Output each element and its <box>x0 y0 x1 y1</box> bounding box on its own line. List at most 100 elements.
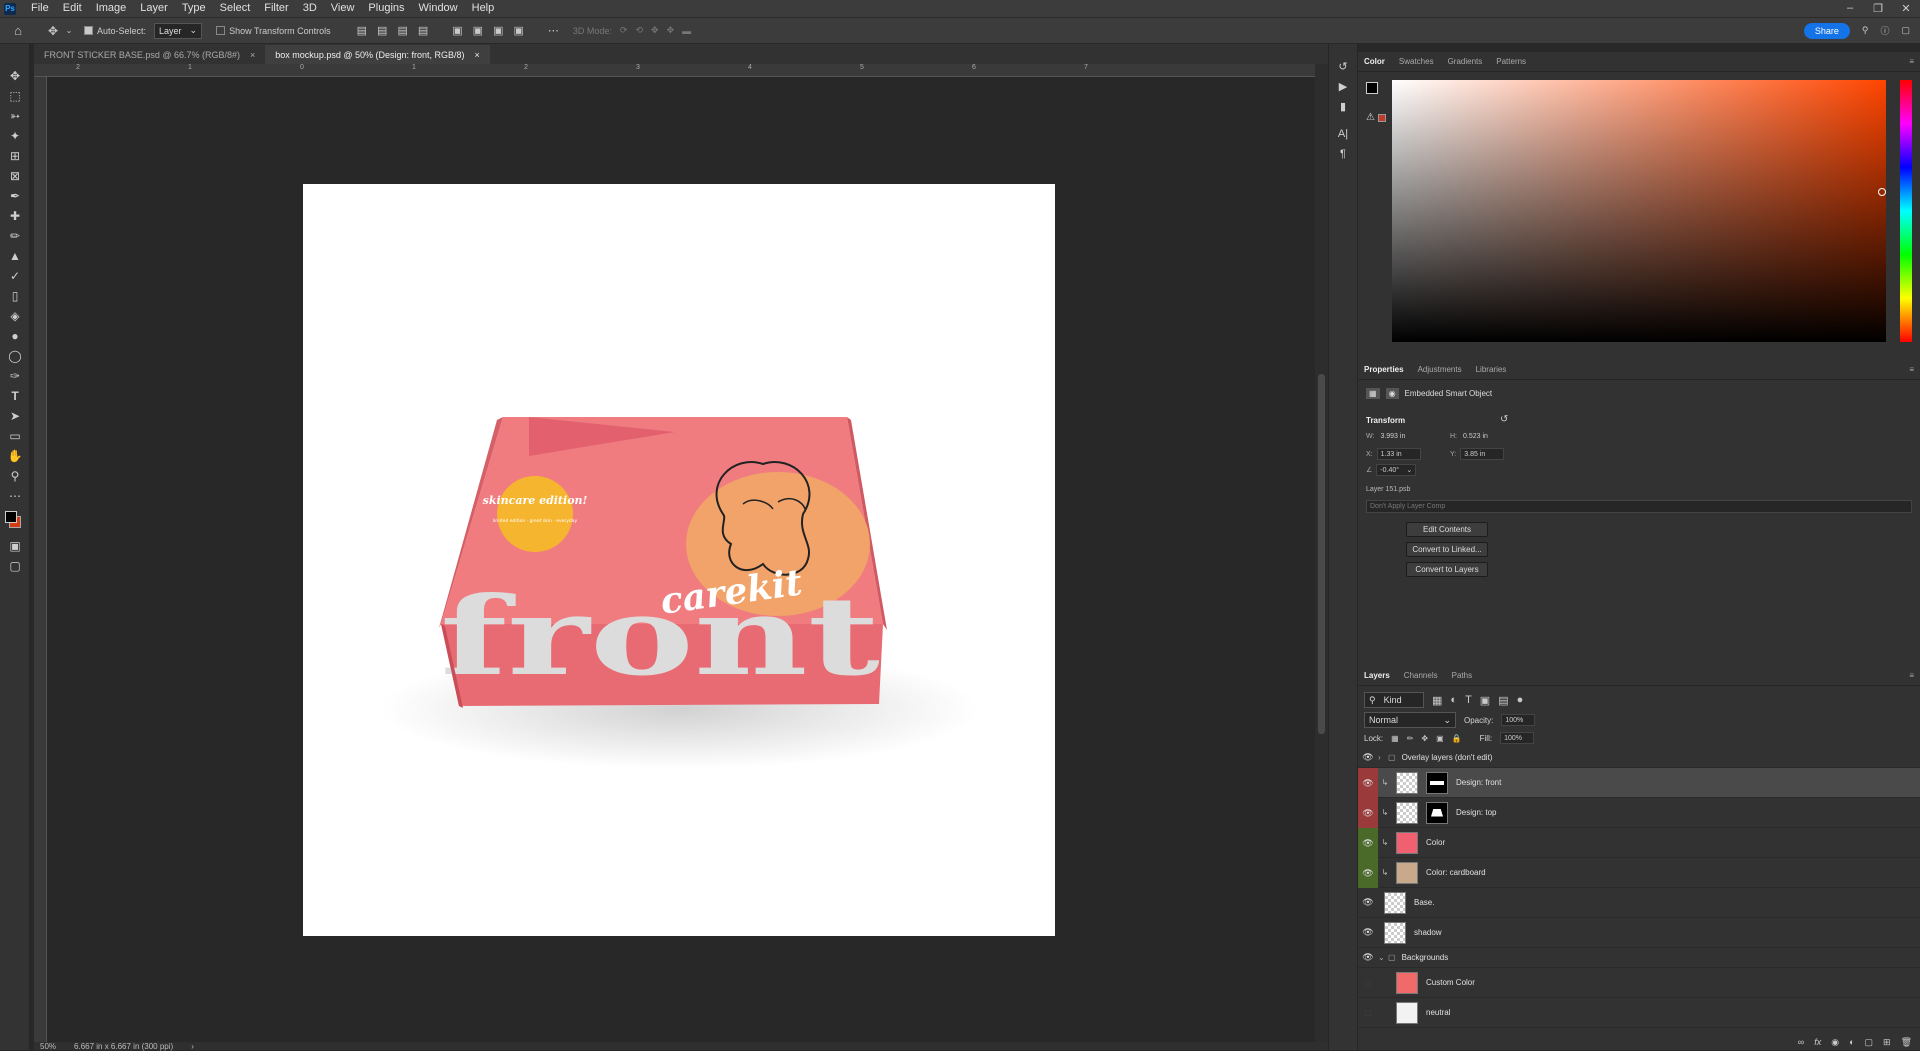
tab-paths[interactable]: Paths <box>1452 671 1472 680</box>
align-left-icon[interactable]: ▤ <box>357 24 367 37</box>
layer-mask-thumbnail[interactable] <box>1426 771 1448 794</box>
tab-properties[interactable]: Properties <box>1364 365 1404 374</box>
filter-toggle-icon[interactable]: ● <box>1517 694 1524 706</box>
minimize-icon[interactable]: – <box>1836 2 1864 15</box>
fill-field[interactable]: 100% <box>1500 732 1535 744</box>
more-options-icon[interactable]: ⋯ <box>548 24 559 37</box>
quick-mask-icon[interactable]: ▣ <box>0 536 30 556</box>
eye-hidden-icon[interactable]: □ <box>1358 978 1378 988</box>
lock-paint-icon[interactable]: ✏ <box>1407 734 1414 743</box>
menu-plugins[interactable]: Plugins <box>361 0 411 17</box>
paragraph-icon[interactable]: ¶ <box>1329 144 1357 164</box>
move-tool-icon[interactable]: ✥ <box>0 66 30 86</box>
move-tool-icon[interactable]: ✥ <box>42 24 64 38</box>
healing-brush-tool-icon[interactable]: ✚ <box>0 206 30 226</box>
restore-icon[interactable]: ❐ <box>1864 2 1892 15</box>
filter-kind-dropdown[interactable]: ⚲ Kind <box>1364 692 1424 708</box>
clone-stamp-tool-icon[interactable]: ▲ <box>0 246 30 266</box>
delete-layer-icon[interactable]: 🗑 <box>1901 1037 1912 1048</box>
eyedropper-tool-icon[interactable]: ✒ <box>0 186 30 206</box>
reset-transform-icon[interactable]: ↺ <box>1500 414 1508 425</box>
zoom-level[interactable]: 50% <box>40 1042 56 1051</box>
menu-3d[interactable]: 3D <box>296 0 324 17</box>
align-right-icon[interactable]: ▤ <box>397 24 407 37</box>
chevron-right-icon[interactable]: › <box>1378 753 1388 762</box>
history-brush-tool-icon[interactable]: ✓ <box>0 266 30 286</box>
align-middle-icon[interactable]: ▣ <box>473 24 483 37</box>
tab-swatches[interactable]: Swatches <box>1399 57 1434 66</box>
screen-mode-icon[interactable]: ▢ <box>0 556 30 576</box>
tab-libraries[interactable]: Libraries <box>1476 365 1507 374</box>
color-picker-cursor[interactable] <box>1878 188 1886 196</box>
hand-tool-icon[interactable]: ✋ <box>0 446 30 466</box>
new-adjustment-icon[interactable]: ◐ <box>1849 1037 1854 1048</box>
layer-row-custom-color[interactable]: □ Custom Color <box>1358 968 1920 998</box>
menu-image[interactable]: Image <box>89 0 134 17</box>
quick-select-tool-icon[interactable]: ✦ <box>0 126 30 146</box>
convert-to-linked-button[interactable]: Convert to Linked... <box>1406 542 1488 557</box>
new-layer-icon[interactable]: ⊞ <box>1883 1037 1891 1048</box>
crop-tool-icon[interactable]: ⊞ <box>0 146 30 166</box>
pan-3d-icon[interactable]: ✥ <box>651 25 659 36</box>
tab-box-mockup[interactable]: box mockup.psd @ 50% (Design: front, RGB… <box>265 45 490 64</box>
home-icon[interactable]: ⌂ <box>8 23 28 38</box>
menu-layer[interactable]: Layer <box>133 0 175 17</box>
distribute-horizontal-icon[interactable]: ▣ <box>513 24 523 37</box>
close-icon[interactable]: × <box>250 50 255 60</box>
layer-mask-thumbnail[interactable] <box>1426 801 1448 824</box>
scale-3d-icon[interactable]: ▬ <box>682 26 691 36</box>
comments-icon[interactable]: ▮ <box>1329 96 1357 116</box>
lock-artboard-icon[interactable]: ▣ <box>1436 734 1444 743</box>
tab-gradients[interactable]: Gradients <box>1448 57 1483 66</box>
layer-row-shadow[interactable]: 👁 shadow <box>1358 918 1920 948</box>
marquee-tool-icon[interactable]: ⬚ <box>0 86 30 106</box>
menu-file[interactable]: File <box>24 0 56 17</box>
panel-menu-icon[interactable]: ≡ <box>1909 671 1914 680</box>
eye-icon[interactable]: 👁 <box>1358 897 1378 908</box>
orbit-3d-icon[interactable]: ⟳ <box>620 25 628 36</box>
layer-row-base[interactable]: 👁 Base. <box>1358 888 1920 918</box>
align-top-icon[interactable]: ▣ <box>452 24 462 37</box>
menu-window[interactable]: Window <box>412 0 465 17</box>
eraser-tool-icon[interactable]: ▯ <box>0 286 30 306</box>
layer-row-color[interactable]: 👁 ↳ Color <box>1358 827 1920 858</box>
layer-comp-dropdown[interactable]: Don't Apply Layer Comp <box>1366 500 1912 513</box>
filter-adjustment-icon[interactable]: ◐ <box>1450 694 1457 706</box>
transform-controls-checkbox[interactable] <box>216 26 226 35</box>
filter-pixel-icon[interactable]: ▦ <box>1432 694 1442 707</box>
layer-row-backgrounds-group[interactable]: 👁 ⌄ ▢ Backgrounds <box>1358 948 1920 968</box>
blend-mode-dropdown[interactable]: Normal ⌄ <box>1364 712 1456 728</box>
close-icon[interactable]: ✕ <box>1892 2 1920 15</box>
height-value[interactable]: 0.523 in <box>1463 433 1488 440</box>
actions-play-icon[interactable]: ▶ <box>1329 76 1357 96</box>
layer-style-icon[interactable]: fx <box>1814 1037 1821 1048</box>
tab-layers[interactable]: Layers <box>1364 671 1390 680</box>
lock-all-icon[interactable]: 🔒 <box>1452 734 1462 743</box>
paint-bucket-tool-icon[interactable]: ◈ <box>0 306 30 326</box>
search-icon[interactable]: ⚲ <box>1862 25 1869 36</box>
eye-icon[interactable]: 👁 <box>1358 752 1378 763</box>
x-field[interactable]: 1.33 in <box>1376 448 1421 460</box>
tab-adjustments[interactable]: Adjustments <box>1418 365 1462 374</box>
menu-select[interactable]: Select <box>213 0 258 17</box>
panel-menu-icon[interactable]: ≡ <box>1909 57 1914 66</box>
edit-contents-button[interactable]: Edit Contents <box>1406 522 1488 537</box>
layer-row-color-cardboard[interactable]: 👁 ↳ Color: cardboard <box>1358 857 1920 888</box>
eye-icon[interactable]: 👁 <box>1358 857 1378 888</box>
filter-shape-icon[interactable]: ▣ <box>1480 694 1490 707</box>
align-bottom-icon[interactable]: ▣ <box>493 24 503 37</box>
eye-icon[interactable]: 👁 <box>1358 767 1378 798</box>
frame-tool-icon[interactable]: ⊠ <box>0 166 30 186</box>
link-layers-icon[interactable]: ∞ <box>1798 1037 1804 1048</box>
scroll-thumb[interactable] <box>1318 374 1325 734</box>
tab-patterns[interactable]: Patterns <box>1496 57 1526 66</box>
convert-to-layers-button[interactable]: Convert to Layers <box>1406 562 1488 577</box>
vertical-scrollbar[interactable] <box>1315 64 1328 1042</box>
eye-icon[interactable]: 👁 <box>1358 952 1378 963</box>
lock-transparent-icon[interactable]: ▦ <box>1391 734 1399 743</box>
y-field[interactable]: 3.85 in <box>1460 448 1505 460</box>
filter-type-icon[interactable]: T <box>1465 694 1472 706</box>
document-canvas[interactable]: skincare edition! limited edition · grea… <box>303 184 1055 936</box>
zoom-tool-icon[interactable]: ⚲ <box>0 466 30 486</box>
new-group-icon[interactable]: ▢ <box>1865 1037 1874 1048</box>
